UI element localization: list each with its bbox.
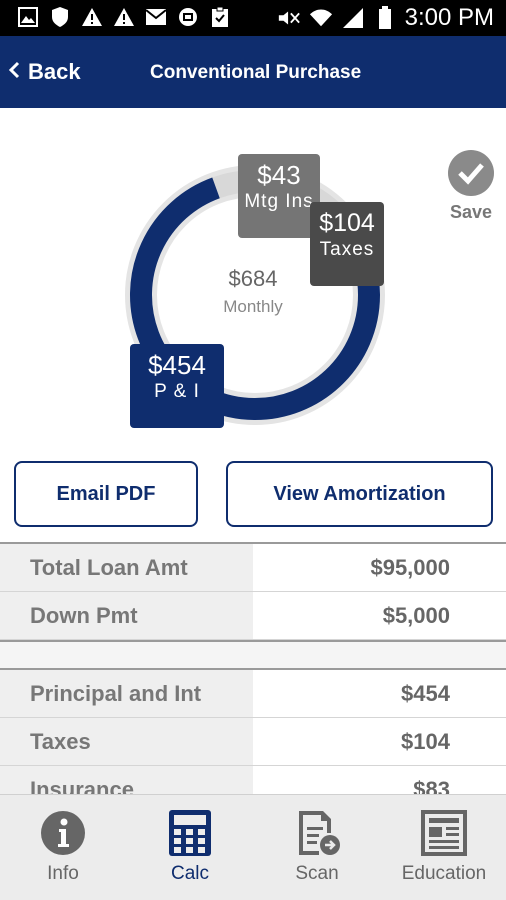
system-indicators: 3:00 PM [277,4,494,32]
view-amortization-button[interactable]: View Amortization [226,461,493,527]
nav-label: Calc [170,863,209,884]
warning-icon [80,6,104,28]
back-label: Back [28,59,81,84]
nav-label: Education [401,863,487,884]
monthly-total: $684 [228,266,278,291]
clipboard-icon [208,6,232,28]
bottom-navigation: Info Calc Scan Education [0,794,506,900]
scan-icon [293,809,341,857]
monthly-label: Monthly [223,297,283,316]
taxes-amount: $104 [319,209,375,237]
mtg-ins-amount: $43 [257,160,301,190]
status-bar: 3:00 PM [0,0,506,36]
mail-icon [144,6,168,28]
row-value: $95,000 [370,554,450,580]
page-title: Conventional Purchase [150,62,362,83]
nav-item-scan[interactable]: Scan [254,795,380,900]
mute-icon [277,7,301,29]
row-value: $104 [401,728,450,754]
row-label: Insurance [0,766,253,794]
save-label: Save [449,202,493,222]
nav-item-calc[interactable]: Calc [127,795,253,900]
loan-details-table[interactable]: Total Loan Amt $95,000 Down Pmt $5,000 P… [0,542,506,794]
nav-item-info[interactable]: Info [0,795,126,900]
row-label: Principal and Int [0,670,253,717]
pi-tag[interactable]: $454 P & I [130,344,224,428]
notification-icons [16,6,232,28]
calculator-icon [166,809,214,857]
signal-icon [341,7,365,29]
table-row: Insurance $83 [0,766,506,794]
row-value: $83 [413,776,450,795]
table-row: Taxes $104 [0,718,506,766]
mtg-ins-tag[interactable]: $43 Mtg Ins [238,154,320,238]
table-row: Total Loan Amt $95,000 [0,544,506,592]
battery-icon [373,6,397,29]
back-button[interactable]: Back [8,56,81,88]
nav-label: Info [47,863,79,884]
calendar-icon [176,6,200,28]
email-pdf-button[interactable]: Email PDF [14,461,198,527]
nav-item-education[interactable]: Education [381,795,506,900]
wifi-icon [309,7,333,29]
taxes-tag[interactable]: $104 Taxes [310,202,384,286]
row-value: $454 [401,680,450,706]
warning-icon [112,6,136,28]
taxes-label: Taxes [319,239,375,260]
checkmark-icon [448,150,494,196]
clock: 3:00 PM [404,4,494,31]
row-label: Taxes [0,718,253,765]
pi-label: P & I [154,381,200,402]
row-label: Down Pmt [0,592,253,639]
table-row: Principal and Int $454 [0,670,506,718]
image-icon [16,6,40,28]
row-label: Total Loan Amt [0,544,253,591]
chevron-left-icon [8,59,20,85]
table-row: Down Pmt $5,000 [0,592,506,640]
mtg-ins-label: Mtg Ins [244,191,314,212]
info-icon [39,809,87,857]
nav-label: Scan [295,863,339,884]
section-divider [0,640,506,670]
app-header: Back Conventional Purchase [0,36,506,108]
save-button[interactable]: Save [444,150,498,223]
shield-icon [48,6,72,28]
pi-amount: $454 [148,350,206,380]
row-value: $5,000 [382,602,450,628]
newspaper-icon [420,809,468,857]
